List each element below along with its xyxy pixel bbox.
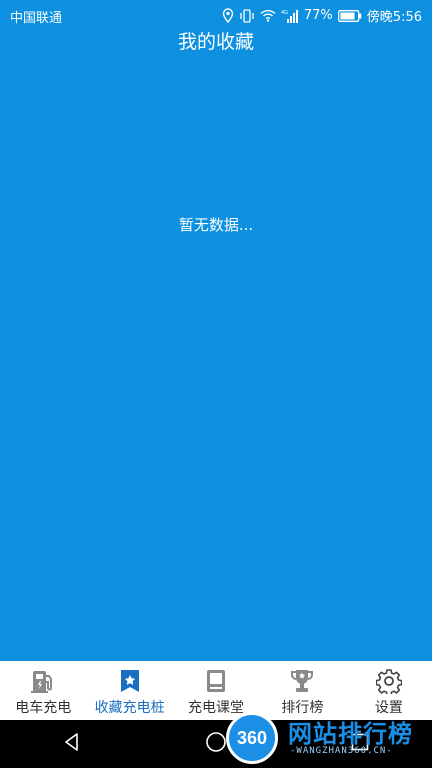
watermark-title: 网站排行榜 xyxy=(288,720,413,748)
battery-icon xyxy=(337,9,362,22)
back-button[interactable] xyxy=(48,720,96,768)
empty-state-text: 暂无数据... xyxy=(178,216,254,234)
book-icon xyxy=(203,668,229,694)
watermark-subtitle: -WANGZHAN360.CN- xyxy=(290,746,393,756)
clock: 傍晚5:56 xyxy=(366,10,422,25)
tab-charging[interactable]: 电车充电 xyxy=(0,661,86,720)
location-icon xyxy=(222,8,234,23)
tab-favorites-label: 收藏充电桩 xyxy=(94,700,165,716)
bookmark-star-icon xyxy=(117,668,143,694)
tab-charging-label: 电车充电 xyxy=(15,700,72,716)
trophy-icon xyxy=(289,668,315,694)
tab-favorites[interactable]: 收藏充电桩 xyxy=(86,661,172,720)
signal-icon: 4G xyxy=(281,9,299,23)
battery-percent: 77% xyxy=(303,8,333,23)
wifi-icon xyxy=(260,9,276,22)
watermark-logo: 360 xyxy=(226,712,278,764)
status-bar: 中国联通 4G 77% 傍晚5:56 xyxy=(0,0,432,30)
back-triangle-icon xyxy=(62,732,82,756)
vibrate-icon xyxy=(239,8,255,23)
gear-icon xyxy=(375,668,403,696)
charging-pump-icon xyxy=(30,668,56,694)
carrier-label: 中国联通 xyxy=(10,11,63,26)
watermark: 360 网站排行榜 -WANGZHAN360.CN- xyxy=(224,706,432,766)
svg-text:4G: 4G xyxy=(281,10,288,16)
page-title: 我的收藏 xyxy=(177,31,254,53)
status-icons: 4G 77% 傍晚5:56 xyxy=(222,6,422,25)
